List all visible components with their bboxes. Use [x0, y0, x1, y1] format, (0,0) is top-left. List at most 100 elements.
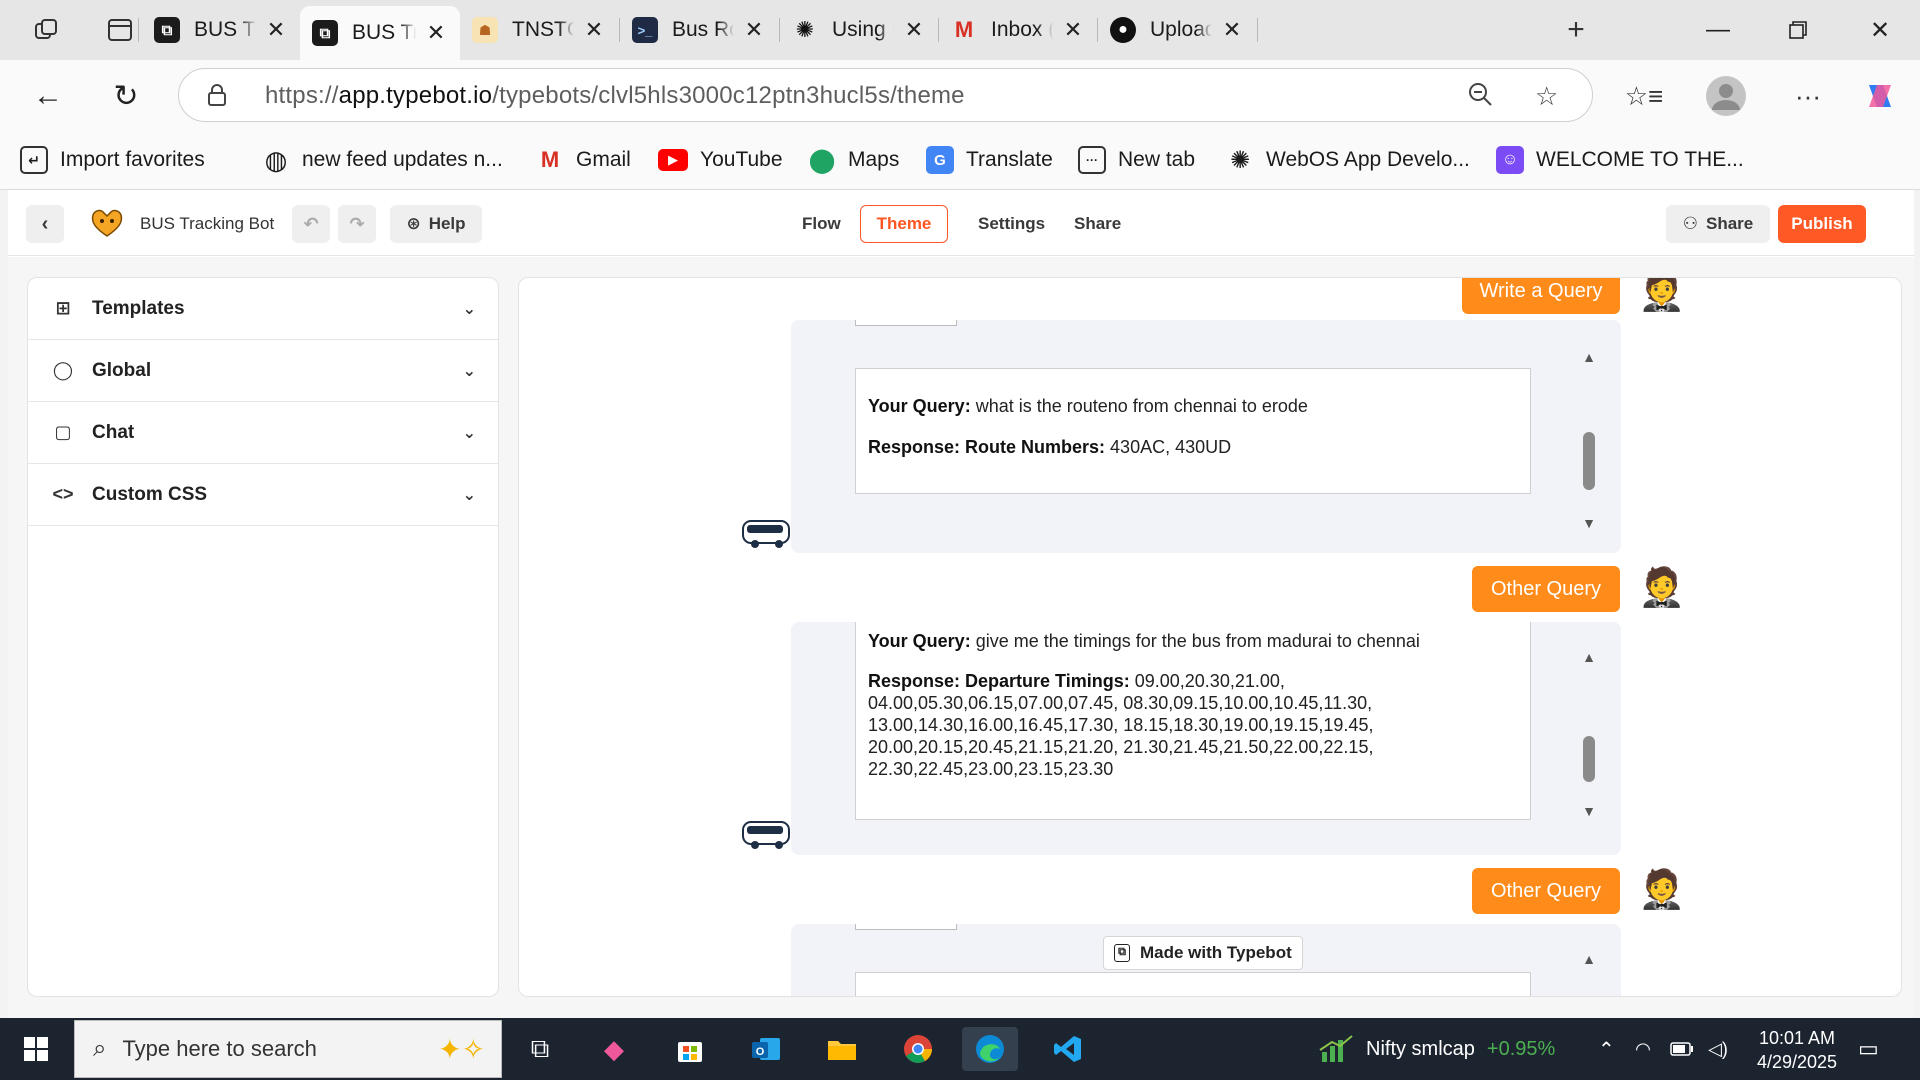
scrollbar[interactable]: ▲ ▼ [1581, 350, 1597, 530]
tab-bus-tracking-bot-1[interactable]: ⧉ BUS Tracking Bot ✕ [142, 6, 300, 54]
close-icon[interactable]: ✕ [424, 20, 448, 46]
url-text[interactable]: https://app.typebot.io/typebots/clvl5hls… [265, 82, 965, 110]
chat-preview: Write a Query 🤵 Your Query: what is the … [518, 277, 1902, 997]
query-line: Your Query: what is the routeno from che… [868, 396, 1308, 416]
close-icon[interactable]: ✕ [902, 17, 926, 43]
bookmark-welcome[interactable]: ☺ WELCOME TO THE... [1496, 144, 1744, 176]
help-button[interactable]: ⊛ Help [390, 205, 482, 243]
tab-share[interactable]: Share [1062, 205, 1133, 243]
task-view-icon[interactable]: ⧉ [512, 1027, 568, 1071]
user-avatar: 🤵 [1638, 869, 1686, 911]
tab-settings[interactable]: Settings [966, 205, 1057, 243]
lock-icon[interactable] [207, 84, 227, 106]
code-icon: <> [52, 484, 74, 504]
copilot-icon[interactable]: ◆ [586, 1027, 642, 1071]
templates-icon: ⊞ [55, 298, 71, 318]
user-avatar: 🤵 [1638, 567, 1686, 609]
battery-icon[interactable] [1670, 1018, 1694, 1080]
vscode-icon[interactable] [1040, 1027, 1096, 1071]
close-window-button[interactable]: ✕ [1850, 10, 1910, 50]
response-embed: Your Query: what is the routeno from che… [855, 368, 1531, 494]
scroll-thumb[interactable] [1583, 432, 1595, 490]
store-icon[interactable] [662, 1027, 718, 1071]
bookmark-import-favorites[interactable]: ↵ Import favorites [20, 144, 205, 176]
tab-bus-tracking-bot-2[interactable]: ⧉ BUS Tracking Bot ✕ [300, 6, 460, 60]
minimize-button[interactable]: — [1688, 10, 1748, 50]
scroll-down-icon[interactable]: ▼ [1581, 804, 1597, 818]
section-custom-css[interactable]: <> Custom CSS ⌄ [28, 464, 498, 526]
bookmark-translate[interactable]: G Translate [926, 144, 1053, 176]
copilot-icon[interactable] [1858, 74, 1902, 118]
scrollbar[interactable]: ▲ ▼ [1581, 650, 1597, 830]
theme-settings-panel: ⊞ Templates ⌄ ◯ Global ⌄ ▢ Chat ⌄ <> Custom CSS… [27, 277, 499, 997]
address-bar[interactable]: https://app.typebot.io/typebots/clvl5hls… [178, 68, 1593, 122]
bookmark-maps[interactable]: ⬤ Maps [808, 144, 900, 176]
close-icon[interactable]: ✕ [1220, 17, 1244, 43]
redo-icon[interactable]: ↷ [338, 205, 376, 243]
bookmark-new-feed[interactable]: ◍ new feed updates n... [262, 144, 503, 176]
edge-icon[interactable] [962, 1027, 1018, 1071]
bookmark-gmail[interactable]: M Gmail [536, 144, 631, 176]
section-chat[interactable]: ▢ Chat ⌄ [28, 402, 498, 464]
restore-button[interactable] [1768, 10, 1828, 50]
bookmark-new-tab[interactable]: ··· New tab [1078, 144, 1195, 176]
tab-title: Using ML [832, 18, 894, 41]
close-icon[interactable]: ✕ [742, 17, 766, 43]
made-with-typebot-badge[interactable]: ⧉ Made with Typebot [1103, 936, 1303, 970]
scroll-up-icon[interactable]: ▲ [1581, 650, 1597, 664]
bot-name[interactable]: BUS Tracking Bot [140, 214, 274, 234]
favorites-icon[interactable]: ☆≡ [1622, 74, 1666, 118]
scroll-down-icon[interactable]: ▼ [1581, 516, 1597, 530]
zoom-icon[interactable] [1467, 81, 1493, 114]
scrollbar[interactable]: ▲ [1581, 952, 1597, 992]
user-reply-other-query[interactable]: Other Query [1472, 868, 1620, 914]
scroll-up-icon[interactable]: ▲ [1581, 350, 1597, 364]
tab-title: Inbox (26 [991, 18, 1053, 41]
windows-start-icon[interactable] [12, 1032, 60, 1066]
close-icon[interactable]: ✕ [264, 17, 288, 43]
undo-icon[interactable]: ↶ [292, 205, 330, 243]
stock-widget[interactable]: Nifty smlcap +0.95% [1318, 1018, 1555, 1080]
chevron-up-icon[interactable]: ⌃ [1598, 1018, 1615, 1080]
taskbar-search[interactable]: ⌕ Type here to search ✦✧ [74, 1020, 502, 1078]
close-icon[interactable]: ✕ [1061, 17, 1085, 43]
more-menu-icon[interactable]: ··· [1786, 74, 1830, 118]
share-button[interactable]: ⚇ Share [1666, 205, 1770, 243]
vertical-tabs-icon[interactable] [98, 10, 142, 50]
tab-flow[interactable]: Flow [790, 205, 853, 243]
section-global[interactable]: ◯ Global ⌄ [28, 340, 498, 402]
publish-button[interactable]: Publish [1778, 205, 1866, 243]
notifications-icon[interactable]: ▭ [1858, 1018, 1879, 1080]
back-arrow-icon[interactable]: ← [26, 74, 70, 118]
close-icon[interactable]: ✕ [582, 17, 606, 43]
speaker-icon[interactable]: ◁) [1708, 1018, 1728, 1080]
refresh-icon[interactable]: ↻ [104, 74, 148, 118]
bookmark-youtube[interactable]: ▶ YouTube [658, 144, 783, 176]
response-line: Response: Route Numbers: 430AC, 430UD [868, 437, 1232, 457]
tab-theme[interactable]: Theme [860, 205, 948, 243]
scroll-thumb[interactable] [1583, 736, 1595, 782]
user-reply-write-query[interactable]: Write a Query [1462, 278, 1620, 314]
section-templates[interactable]: ⊞ Templates ⌄ [28, 278, 498, 340]
workspaces-icon[interactable] [24, 10, 68, 50]
tab-inbox[interactable]: M Inbox (26 ✕ [939, 6, 1097, 54]
scroll-up-icon[interactable]: ▲ [1581, 952, 1597, 966]
chrome-icon[interactable] [890, 1027, 946, 1071]
favorite-star-icon[interactable]: ☆ [1535, 81, 1558, 112]
wifi-icon[interactable]: ◜◝ [1636, 1018, 1650, 1080]
user-reply-other-query[interactable]: Other Query [1472, 566, 1620, 612]
tab-using-ml[interactable]: ✺ Using ML ✕ [780, 6, 938, 54]
new-tab-button[interactable]: + [1554, 10, 1598, 50]
clock[interactable]: 10:01 AM 4/29/2025 [1742, 1026, 1852, 1074]
bookmark-webos[interactable]: ✺ WebOS App Develo... [1226, 144, 1470, 176]
profile-avatar[interactable] [1704, 74, 1748, 118]
tab-bus-route[interactable]: >_ Bus Route ✕ [620, 6, 778, 54]
typebot-icon: ⧉ [154, 17, 180, 43]
outlook-icon[interactable]: O [738, 1027, 794, 1071]
tab-upload[interactable]: ● Upload fi ✕ [1098, 6, 1256, 54]
tab-tnstc[interactable]: ☗ TNSTC ✕ [460, 6, 618, 54]
response-timings: Response: Departure Timings: 09.00,20.30… [868, 671, 1374, 779]
file-explorer-icon[interactable] [814, 1027, 870, 1071]
stock-chart-icon [1319, 1035, 1353, 1062]
back-button[interactable]: ‹ [26, 205, 64, 243]
